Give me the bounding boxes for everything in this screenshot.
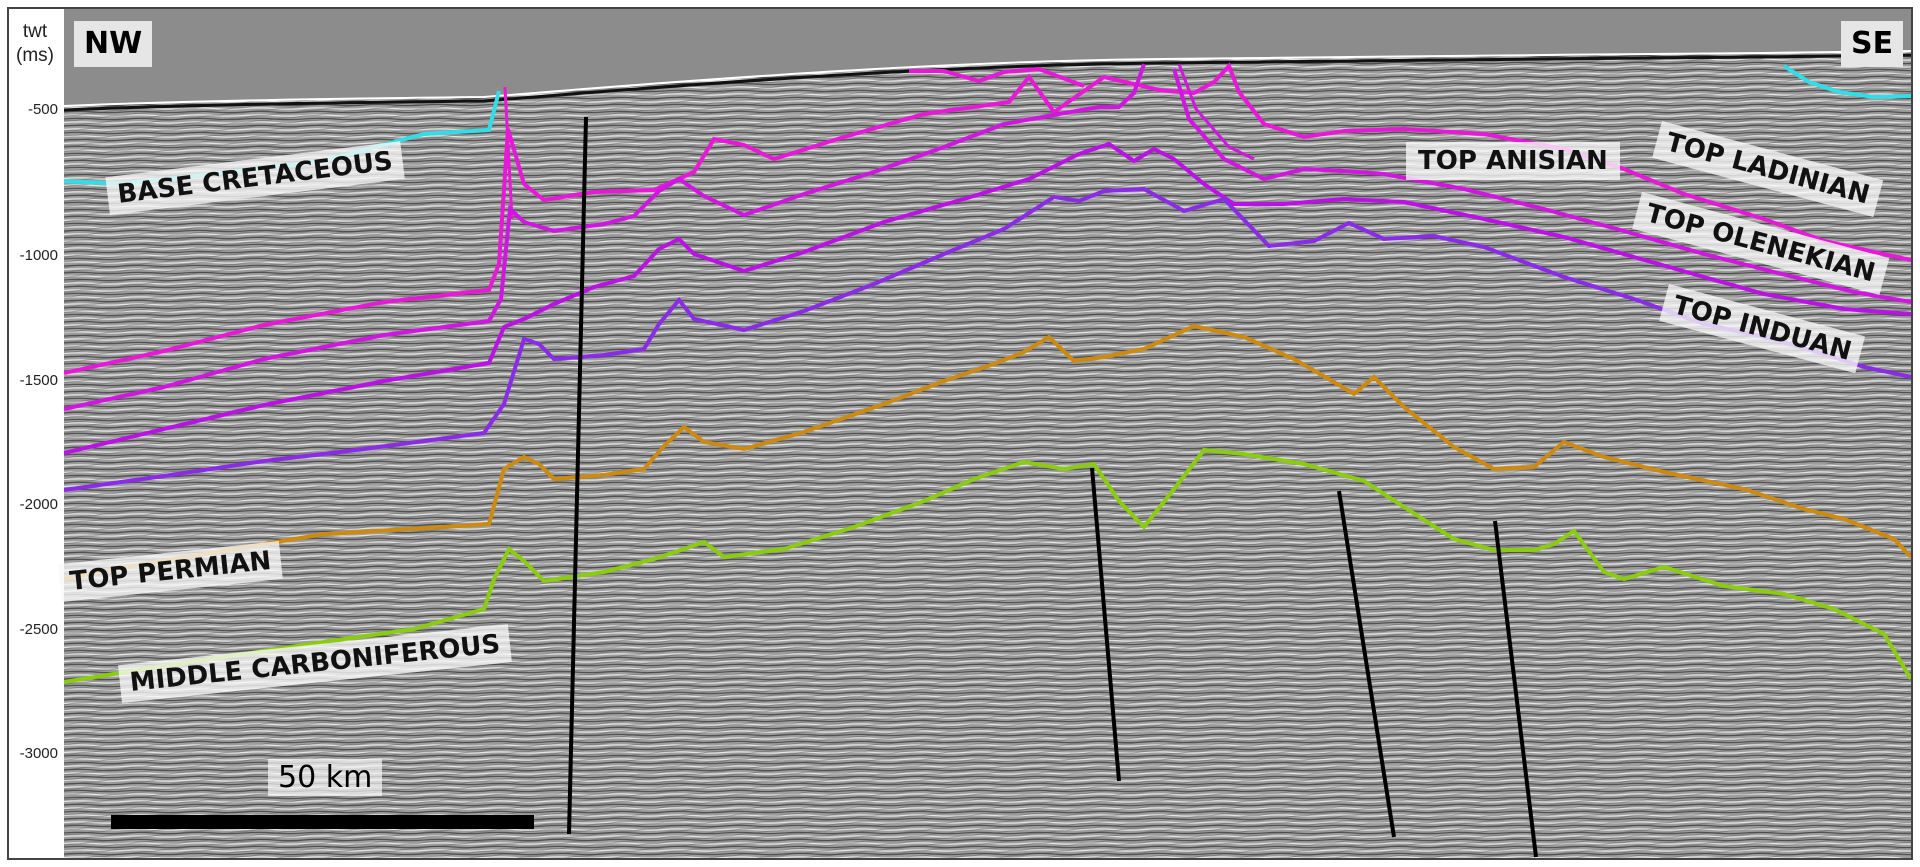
label-top-anisian: TOP ANISIAN bbox=[1406, 142, 1620, 180]
twt-axis: twt (ms) -500 -1000 -1500 -2000 -2500 -3… bbox=[0, 0, 64, 867]
axis-title-unit: (ms) bbox=[16, 45, 54, 66]
direction-label-nw: NW bbox=[74, 21, 153, 67]
seismic-section: NW SE BASE CRETACEOUS TOP ANISIAN TOP LA… bbox=[58, 9, 1911, 858]
axis-title-twt: twt bbox=[22, 21, 48, 42]
scale-bar bbox=[111, 815, 534, 829]
direction-label-se: SE bbox=[1841, 21, 1904, 67]
tick-label: -1000 bbox=[19, 247, 58, 264]
tick-label: -500 bbox=[27, 101, 58, 118]
tick-label: -2500 bbox=[19, 621, 58, 638]
tick-label: -2000 bbox=[19, 496, 58, 513]
scale-bar-label: 50 km bbox=[268, 759, 383, 796]
seismic-svg bbox=[64, 9, 1911, 858]
tick-label: -3000 bbox=[19, 745, 58, 762]
tick-label: -1500 bbox=[19, 372, 58, 389]
